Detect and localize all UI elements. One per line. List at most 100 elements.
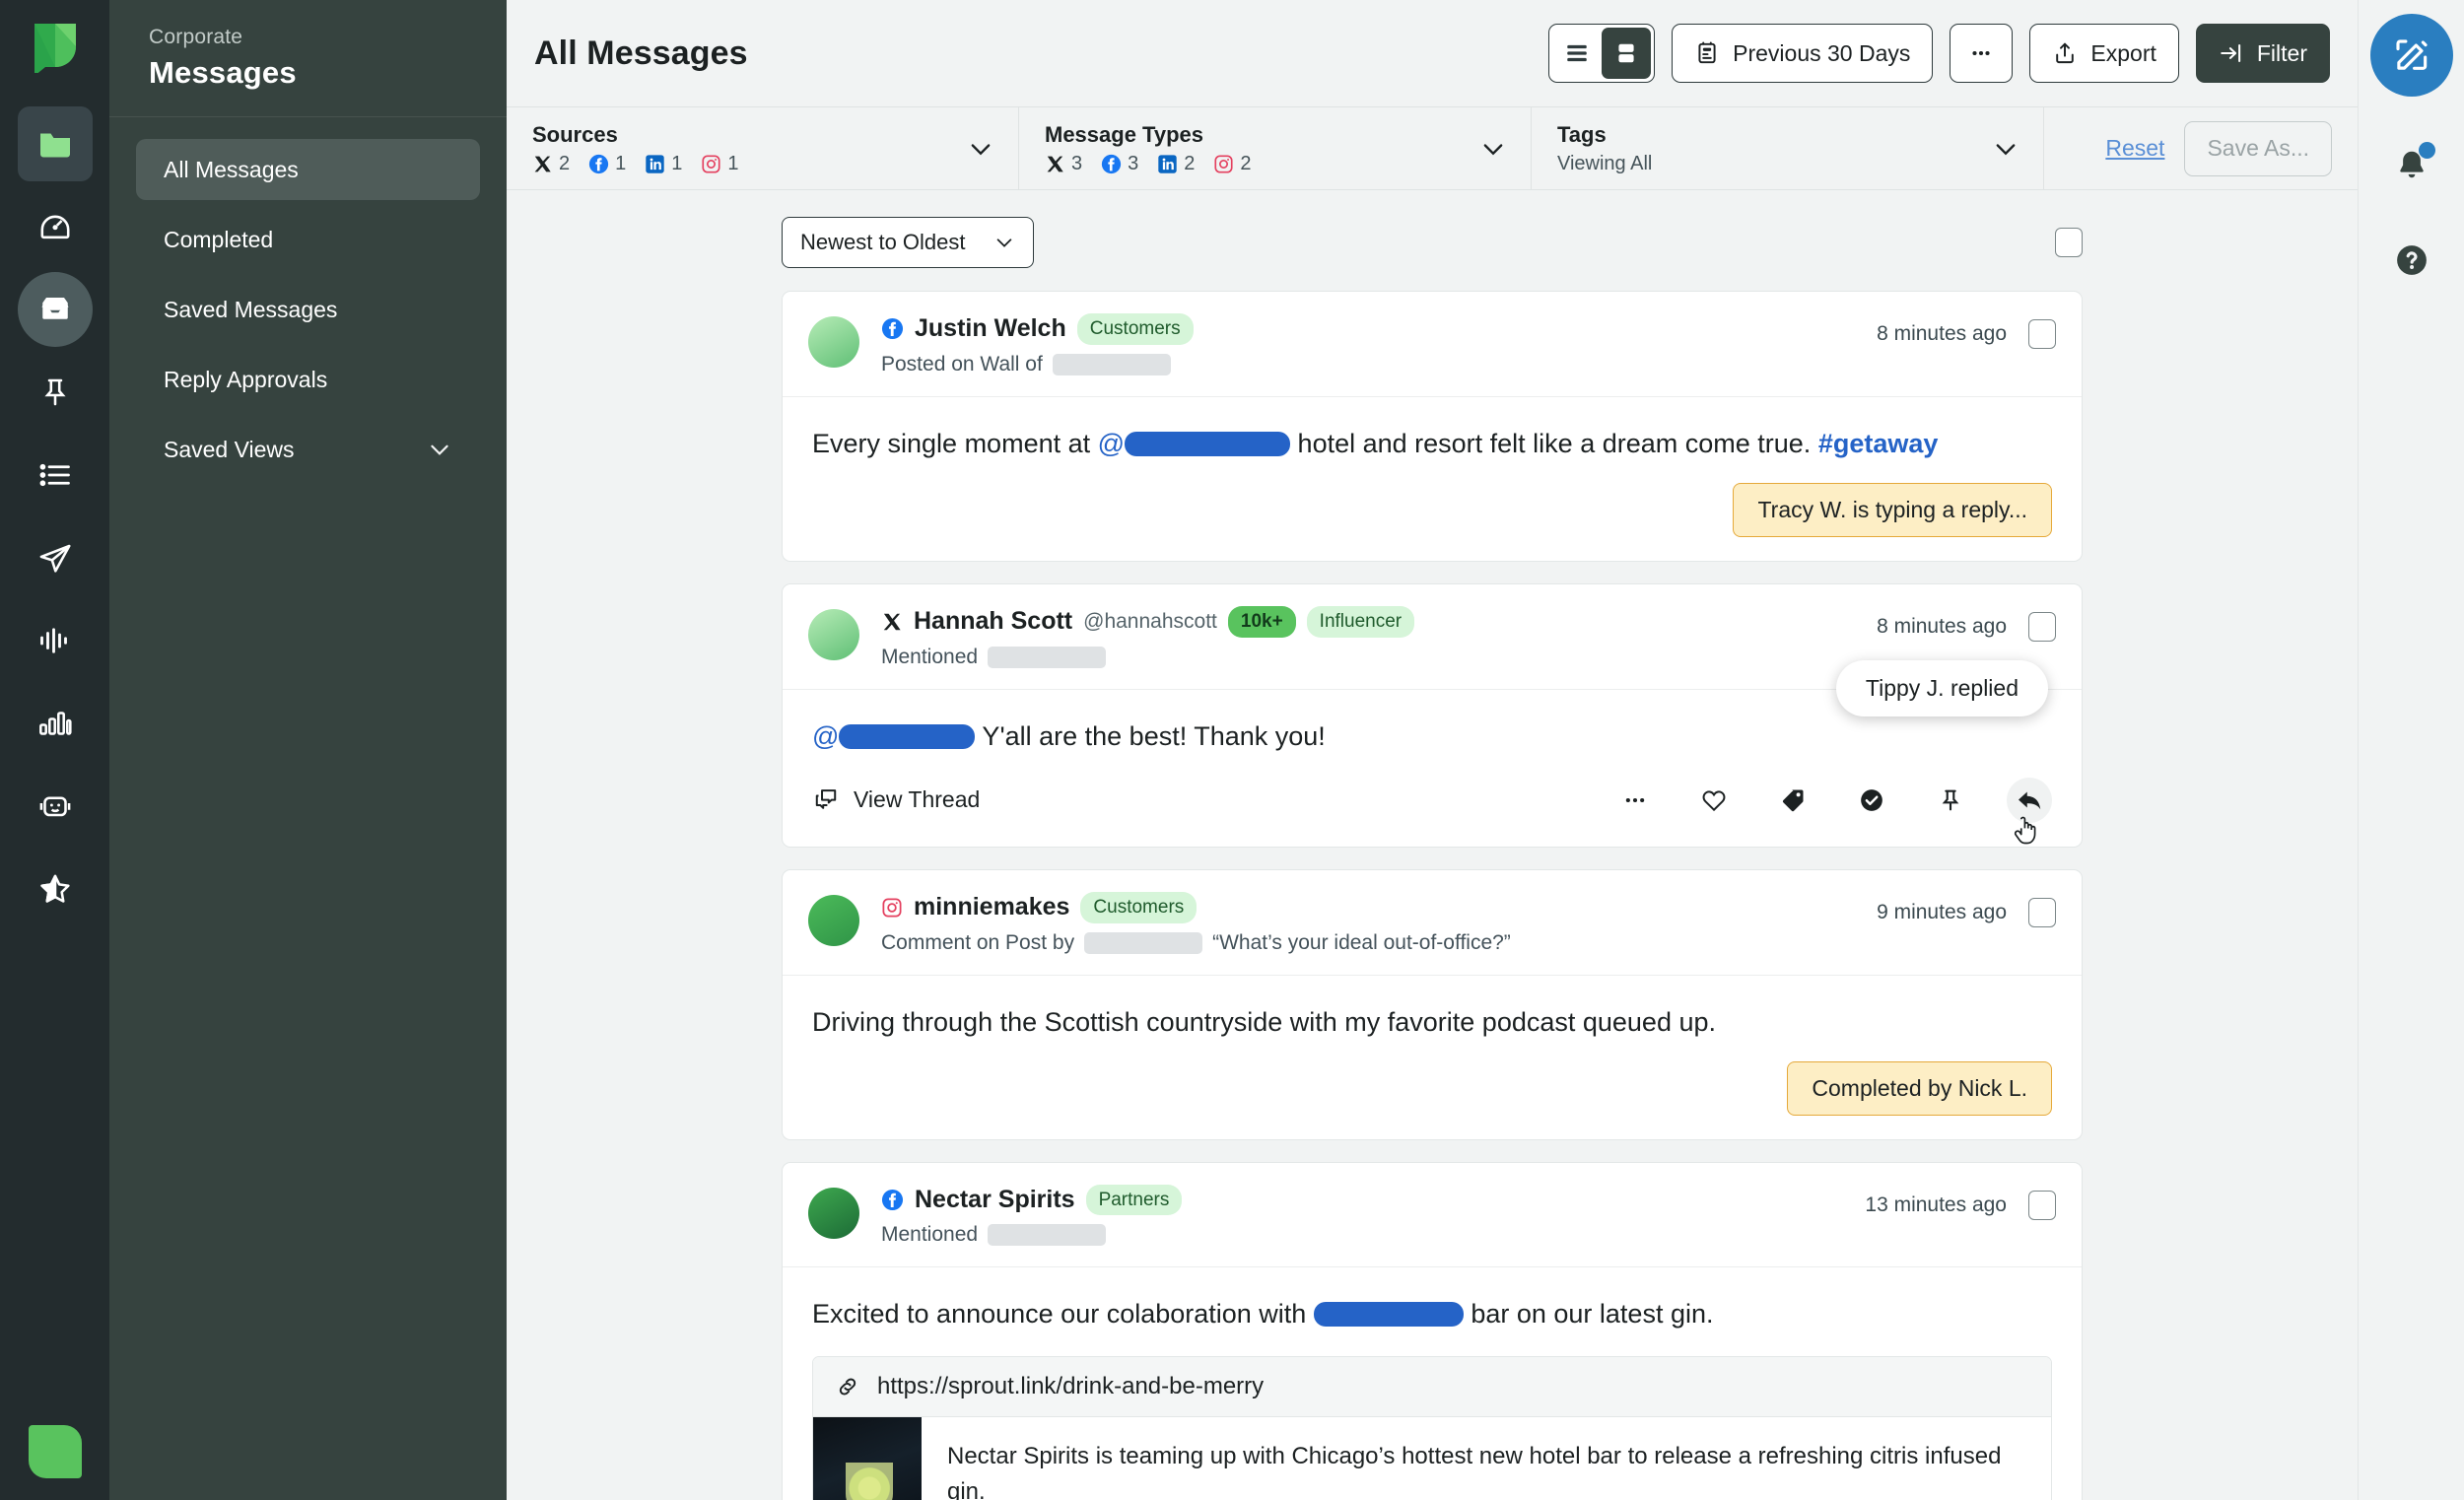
star-icon: [37, 871, 73, 907]
message-text-part: Every single moment at: [812, 428, 1098, 458]
link-preview-url-row[interactable]: https://sprout.link/drink-and-be-merry: [813, 1356, 2051, 1417]
message-author: Nectar Spirits Partners Mentioned: [881, 1184, 1865, 1248]
filter-type-count-linkedin: 2: [1184, 152, 1196, 174]
filter-tags[interactable]: Tags Viewing All: [1532, 107, 2044, 189]
select-all-checkbox[interactable]: [2055, 228, 2083, 257]
link-preview-description: Nectar Spirits is teaming up with Chicag…: [947, 1442, 2002, 1500]
filter-sources[interactable]: Sources 2 1 1 1: [507, 107, 1019, 189]
check-circle-icon[interactable]: [1849, 778, 1894, 823]
sprout-logo-icon: [28, 18, 83, 73]
link-preview-thumbnail-image: [813, 1416, 922, 1500]
compose-button[interactable]: [2369, 14, 2453, 97]
message-card[interactable]: minniemakes Customers Comment on Post by…: [782, 868, 2083, 1140]
message-context-label: Mentioned: [881, 645, 979, 668]
bot-icon: [37, 788, 73, 824]
filter-type-count-x: 3: [1071, 152, 1083, 174]
message-card[interactable]: Hannah Scott @hannahscott 10k+ Influence…: [782, 582, 2083, 848]
filter-source-count-linkedin: 1: [671, 152, 683, 174]
message-select-checkbox[interactable]: [2028, 319, 2056, 349]
message-card-body: Excited to announce our colaboration wit…: [783, 1267, 2082, 1500]
message-timestamp: 8 minutes ago: [1877, 322, 2007, 345]
rail-item-reports[interactable]: [18, 686, 93, 761]
sidebar-item-reply-approvals[interactable]: Reply Approvals: [136, 349, 480, 410]
message-timestamp: 8 minutes ago: [1877, 614, 2007, 638]
author-pill: Customers: [1080, 891, 1198, 923]
hashtag-link[interactable]: #getaway: [1818, 429, 1939, 458]
rail-item-inbox[interactable]: [17, 272, 93, 347]
sidebar-item-all-messages[interactable]: All Messages: [136, 139, 480, 200]
filter-button[interactable]: Filter: [2195, 24, 2330, 83]
reset-filters-link[interactable]: Reset: [2105, 135, 2164, 162]
redacted-brand-name: [1052, 353, 1171, 375]
rail-item-reviews[interactable]: [18, 852, 93, 926]
message-list-scroll-area[interactable]: Newest to Oldest Justin Welch Customers …: [507, 190, 2358, 1500]
redacted-mention: [1125, 431, 1291, 456]
rail-item-bots[interactable]: [18, 769, 93, 844]
rail-workspace-avatar[interactable]: [0, 1425, 109, 1478]
filter-tags-label: Tags: [1557, 121, 1607, 147]
message-text-part: hotel and resort felt like a dream come …: [1290, 428, 1818, 458]
right-utility-rail: [2358, 0, 2464, 1500]
author-name: Hannah Scott: [914, 607, 1073, 636]
sidebar-item-completed[interactable]: Completed: [136, 209, 480, 270]
message-card-body: Driving through the Scottish countryside…: [783, 976, 2082, 1139]
author-pill: Influencer: [1306, 605, 1415, 638]
export-button[interactable]: Export: [2029, 24, 2179, 83]
view-thread-button[interactable]: View Thread: [812, 786, 980, 814]
notification-badge-dot: [2418, 142, 2435, 159]
author-handle: @hannahscott: [1083, 609, 1217, 633]
chevron-down-icon: [941, 135, 994, 163]
message-meta: 9 minutes ago: [1877, 892, 2056, 927]
date-range-button[interactable]: Previous 30 Days: [1672, 24, 1934, 83]
message-card[interactable]: Justin Welch Customers Posted on Wall of…: [782, 291, 2083, 562]
rail-item-listening[interactable]: [18, 603, 93, 678]
global-nav-rail: [0, 0, 109, 1500]
message-card[interactable]: Nectar Spirits Partners Mentioned 13 min…: [782, 1161, 2083, 1500]
sidebar-item-saved-messages[interactable]: Saved Messages: [136, 279, 480, 340]
filter-tags-sub: Viewing All: [1557, 152, 1653, 174]
rail-item-tasks[interactable]: [18, 438, 93, 512]
rail-item-publishing[interactable]: [18, 520, 93, 595]
message-author: minniemakes Customers Comment on Post by…: [881, 891, 1877, 955]
filter-message-types[interactable]: Message Types 3 3 2 2: [1019, 107, 1532, 189]
view-toggle-list-button[interactable]: [1552, 28, 1602, 79]
redacted-mention: [1313, 1302, 1464, 1328]
view-toggle: [1548, 24, 1656, 83]
message-text: Excited to announce our colaboration wit…: [812, 1295, 2052, 1333]
notifications-button[interactable]: [2386, 140, 2437, 191]
sidebar-item-label: Saved Messages: [164, 296, 338, 322]
sidebar-item-saved-views[interactable]: Saved Views: [136, 419, 480, 480]
avatar: [808, 894, 859, 946]
link-preview-card[interactable]: https://sprout.link/drink-and-be-merry N…: [812, 1355, 2052, 1500]
message-list-controls: Newest to Oldest: [782, 216, 2083, 269]
more-options-button[interactable]: [1950, 24, 2014, 83]
heart-icon[interactable]: [1691, 778, 1737, 823]
redacted-brand-name: [1084, 931, 1203, 954]
rail-item-dashboards[interactable]: [18, 189, 93, 264]
rail-item-pinned[interactable]: [18, 355, 93, 430]
reply-icon[interactable]: [2007, 777, 2052, 823]
pin-icon[interactable]: [1928, 778, 1973, 823]
message-select-checkbox[interactable]: [2028, 611, 2056, 642]
save-as-button[interactable]: Save As...: [2184, 120, 2332, 176]
message-select-checkbox[interactable]: [2028, 897, 2056, 927]
more-icon[interactable]: [1612, 778, 1658, 823]
thread-icon: [812, 786, 840, 814]
status-badge: Completed by Nick L.: [1787, 1060, 2052, 1116]
view-toggle-card-button[interactable]: [1602, 28, 1652, 79]
redacted-brand-name: [988, 646, 1107, 668]
filter-actions: Reset Save As...: [2080, 107, 2358, 189]
export-icon: [2052, 40, 2078, 66]
filter-sources-counts: 2 1 1 1: [532, 153, 752, 175]
instagram-icon: [881, 897, 903, 919]
sort-order-select[interactable]: Newest to Oldest: [782, 217, 1034, 268]
rail-item-folder[interactable]: [17, 106, 93, 181]
reply-tooltip: Tippy J. replied: [1835, 659, 2048, 716]
help-button[interactable]: [2386, 235, 2437, 286]
link-preview-url: https://sprout.link/drink-and-be-merry: [877, 1372, 1265, 1399]
message-status-row: Tracy W. is typing a reply...: [812, 482, 2052, 537]
tag-icon[interactable]: [1770, 778, 1815, 823]
dashboard-gauge-icon: [37, 209, 73, 244]
message-select-checkbox[interactable]: [2028, 1190, 2056, 1220]
message-action-icons: [1612, 777, 2052, 823]
